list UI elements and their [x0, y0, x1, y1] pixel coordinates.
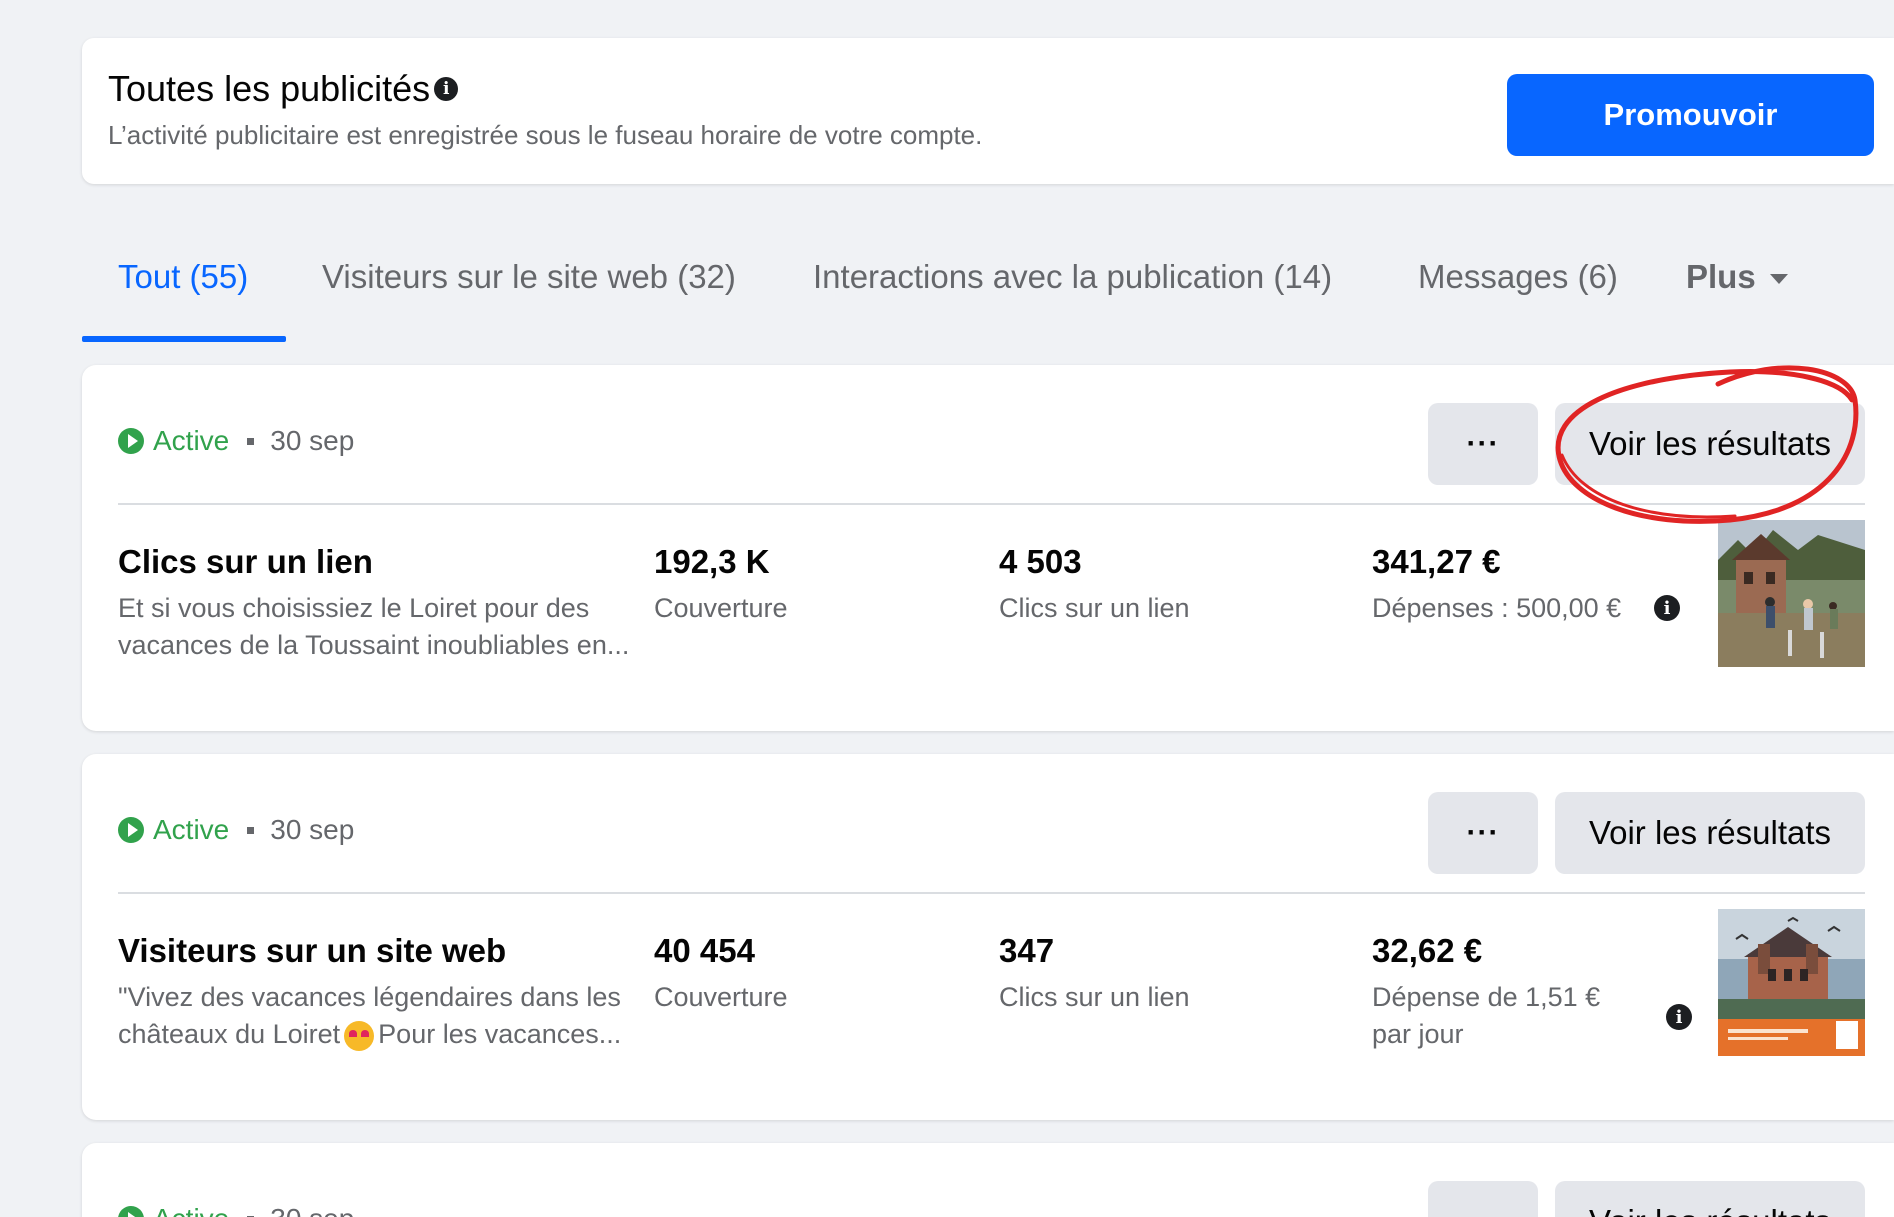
tab-more[interactable]: Plus — [1686, 258, 1788, 296]
ad-date: 30 sep — [270, 1203, 354, 1217]
more-options-button[interactable]: ··· — [1428, 1181, 1538, 1217]
view-results-button[interactable]: Voir les résultats — [1555, 403, 1865, 485]
reach-value: 192,3 K — [654, 543, 770, 580]
ad-objective: Clics sur un lien — [118, 543, 373, 580]
promote-button[interactable]: Promouvoir — [1507, 74, 1874, 156]
ad-date: 30 sep — [270, 425, 355, 456]
ad-description: "Vivez des vacances légendaires dans les… — [118, 979, 648, 1053]
separator-dot — [247, 437, 255, 445]
view-results-button[interactable]: Voir les résultats — [1555, 792, 1865, 874]
ad-card: Active 30 sep ··· Voir les résultats Cli… — [82, 365, 1894, 731]
ad-description-line: "Vivez des vacances légendaires dans les — [118, 982, 621, 1012]
more-options-button[interactable]: ··· — [1428, 403, 1538, 485]
active-play-icon — [118, 428, 144, 454]
tab-website-visitors[interactable]: Visiteurs sur le site web (32) — [322, 258, 736, 296]
more-options-button[interactable]: ··· — [1428, 792, 1538, 874]
spend-value: 341,27 € — [1372, 543, 1501, 580]
tab-all[interactable]: Tout (55) — [118, 258, 248, 296]
ad-card: Active 30 sep ··· Voir les résultats — [82, 1143, 1894, 1217]
clicks-value: 347 — [999, 932, 1055, 969]
info-icon[interactable]: i — [434, 77, 459, 101]
reach-label: Couverture — [654, 982, 788, 1012]
ad-objective: Visiteurs sur un site web — [118, 932, 507, 969]
ad-description-part: châteaux du Loiret — [118, 1019, 341, 1049]
ad-description: Et si vous choisissiez le Loiret pour de… — [118, 590, 648, 664]
ad-description-line: châteaux du Loiret Pour les vacances... — [118, 1016, 648, 1053]
status-label: Active — [153, 1203, 229, 1217]
heart-eyes-emoji-icon — [344, 1020, 375, 1051]
ad-description-part: Pour les vacances... — [378, 1019, 622, 1049]
tab-post-engagement[interactable]: Interactions avec la publication (14) — [813, 258, 1332, 296]
spend-label-line: par jour — [1372, 1019, 1464, 1049]
castle-banner-image — [1718, 909, 1865, 1056]
ad-thumbnail[interactable] — [1718, 909, 1865, 1056]
spend-label-line: Dépense de 1,51 € — [1372, 982, 1601, 1012]
page-title-text: Toutes les publicités — [108, 68, 431, 109]
spend-label: Dépenses : 500,00 € — [1372, 593, 1622, 623]
card-divider — [118, 892, 1865, 894]
active-tab-indicator — [82, 336, 286, 342]
ad-card: Active 30 sep ··· Voir les résultats Vis… — [82, 754, 1894, 1120]
reach-label: Couverture — [654, 593, 788, 623]
tab-more-label: Plus — [1686, 258, 1756, 295]
tab-messages[interactable]: Messages (6) — [1418, 258, 1618, 296]
active-play-icon — [118, 1206, 144, 1217]
ad-status-row: Active 30 sep — [118, 425, 354, 457]
spend-label: Dépense de 1,51 € par jour — [1372, 979, 1652, 1053]
reach-value: 40 454 — [654, 932, 755, 969]
view-results-button[interactable]: Voir les résultats — [1555, 1181, 1865, 1217]
spend-info-icon[interactable]: i — [1666, 1004, 1692, 1030]
ad-filter-tabs: Tout (55) Visiteurs sur le site web (32)… — [82, 240, 1894, 344]
clicks-label: Clics sur un lien — [999, 982, 1190, 1012]
castle-photo-image — [1718, 520, 1865, 667]
ad-thumbnail[interactable] — [1718, 520, 1865, 667]
active-play-icon — [118, 817, 144, 843]
timezone-notice: L’activité publicitaire est enregistrée … — [108, 120, 983, 150]
caret-down-icon — [1769, 274, 1788, 285]
separator-dot — [247, 826, 255, 834]
spend-info-icon[interactable]: i — [1654, 595, 1680, 621]
status-label: Active — [153, 814, 230, 845]
ads-manager-page: Toutes les publicités i L’activité publi… — [0, 0, 1894, 1217]
ad-date: 30 sep — [270, 814, 355, 845]
clicks-value: 4 503 — [999, 543, 1082, 580]
all-ads-header-card: Toutes les publicités i L’activité publi… — [82, 38, 1894, 184]
card-divider — [118, 503, 1865, 505]
ad-status-row: Active 30 sep — [118, 1203, 354, 1217]
clicks-label: Clics sur un lien — [999, 593, 1190, 623]
ad-description-line: vacances de la Toussaint inoubliables en… — [118, 630, 630, 660]
ad-description-line: Et si vous choisissiez le Loiret pour de… — [118, 593, 590, 623]
spend-value: 32,62 € — [1372, 932, 1483, 969]
ad-status-row: Active 30 sep — [118, 814, 354, 846]
status-label: Active — [153, 425, 230, 456]
page-title: Toutes les publicités i — [108, 68, 459, 110]
